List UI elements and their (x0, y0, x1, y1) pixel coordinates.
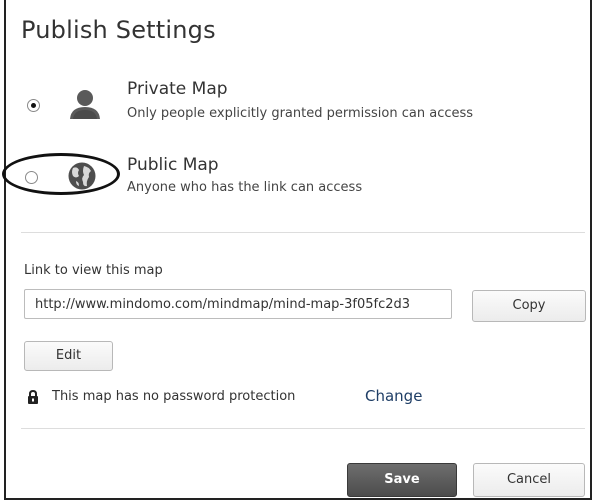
public-map-radio[interactable] (25, 171, 38, 184)
private-map-description: Only people explicitly granted permissio… (127, 106, 474, 121)
divider (21, 428, 585, 429)
public-map-description: Anyone who has the link can access (127, 180, 363, 195)
edit-button[interactable]: Edit (24, 341, 113, 371)
change-password-link[interactable]: Change (365, 387, 422, 405)
save-button[interactable]: Save (347, 463, 457, 497)
public-map-title: Public Map (127, 155, 219, 175)
publish-settings-dialog (4, 0, 592, 500)
radio-selected-dot (31, 103, 36, 108)
copy-button[interactable]: Copy (472, 290, 586, 322)
link-label: Link to view this map (24, 263, 163, 278)
map-link-input[interactable] (24, 289, 452, 319)
password-status-text: This map has no password protection (52, 389, 296, 404)
private-map-title: Private Map (127, 79, 228, 99)
cancel-button[interactable]: Cancel (473, 463, 585, 497)
lock-icon (28, 390, 38, 404)
person-icon (70, 90, 100, 119)
private-map-radio[interactable] (27, 99, 40, 112)
divider (21, 232, 585, 233)
dialog-title: Publish Settings (21, 16, 216, 44)
globe-icon (68, 162, 96, 190)
